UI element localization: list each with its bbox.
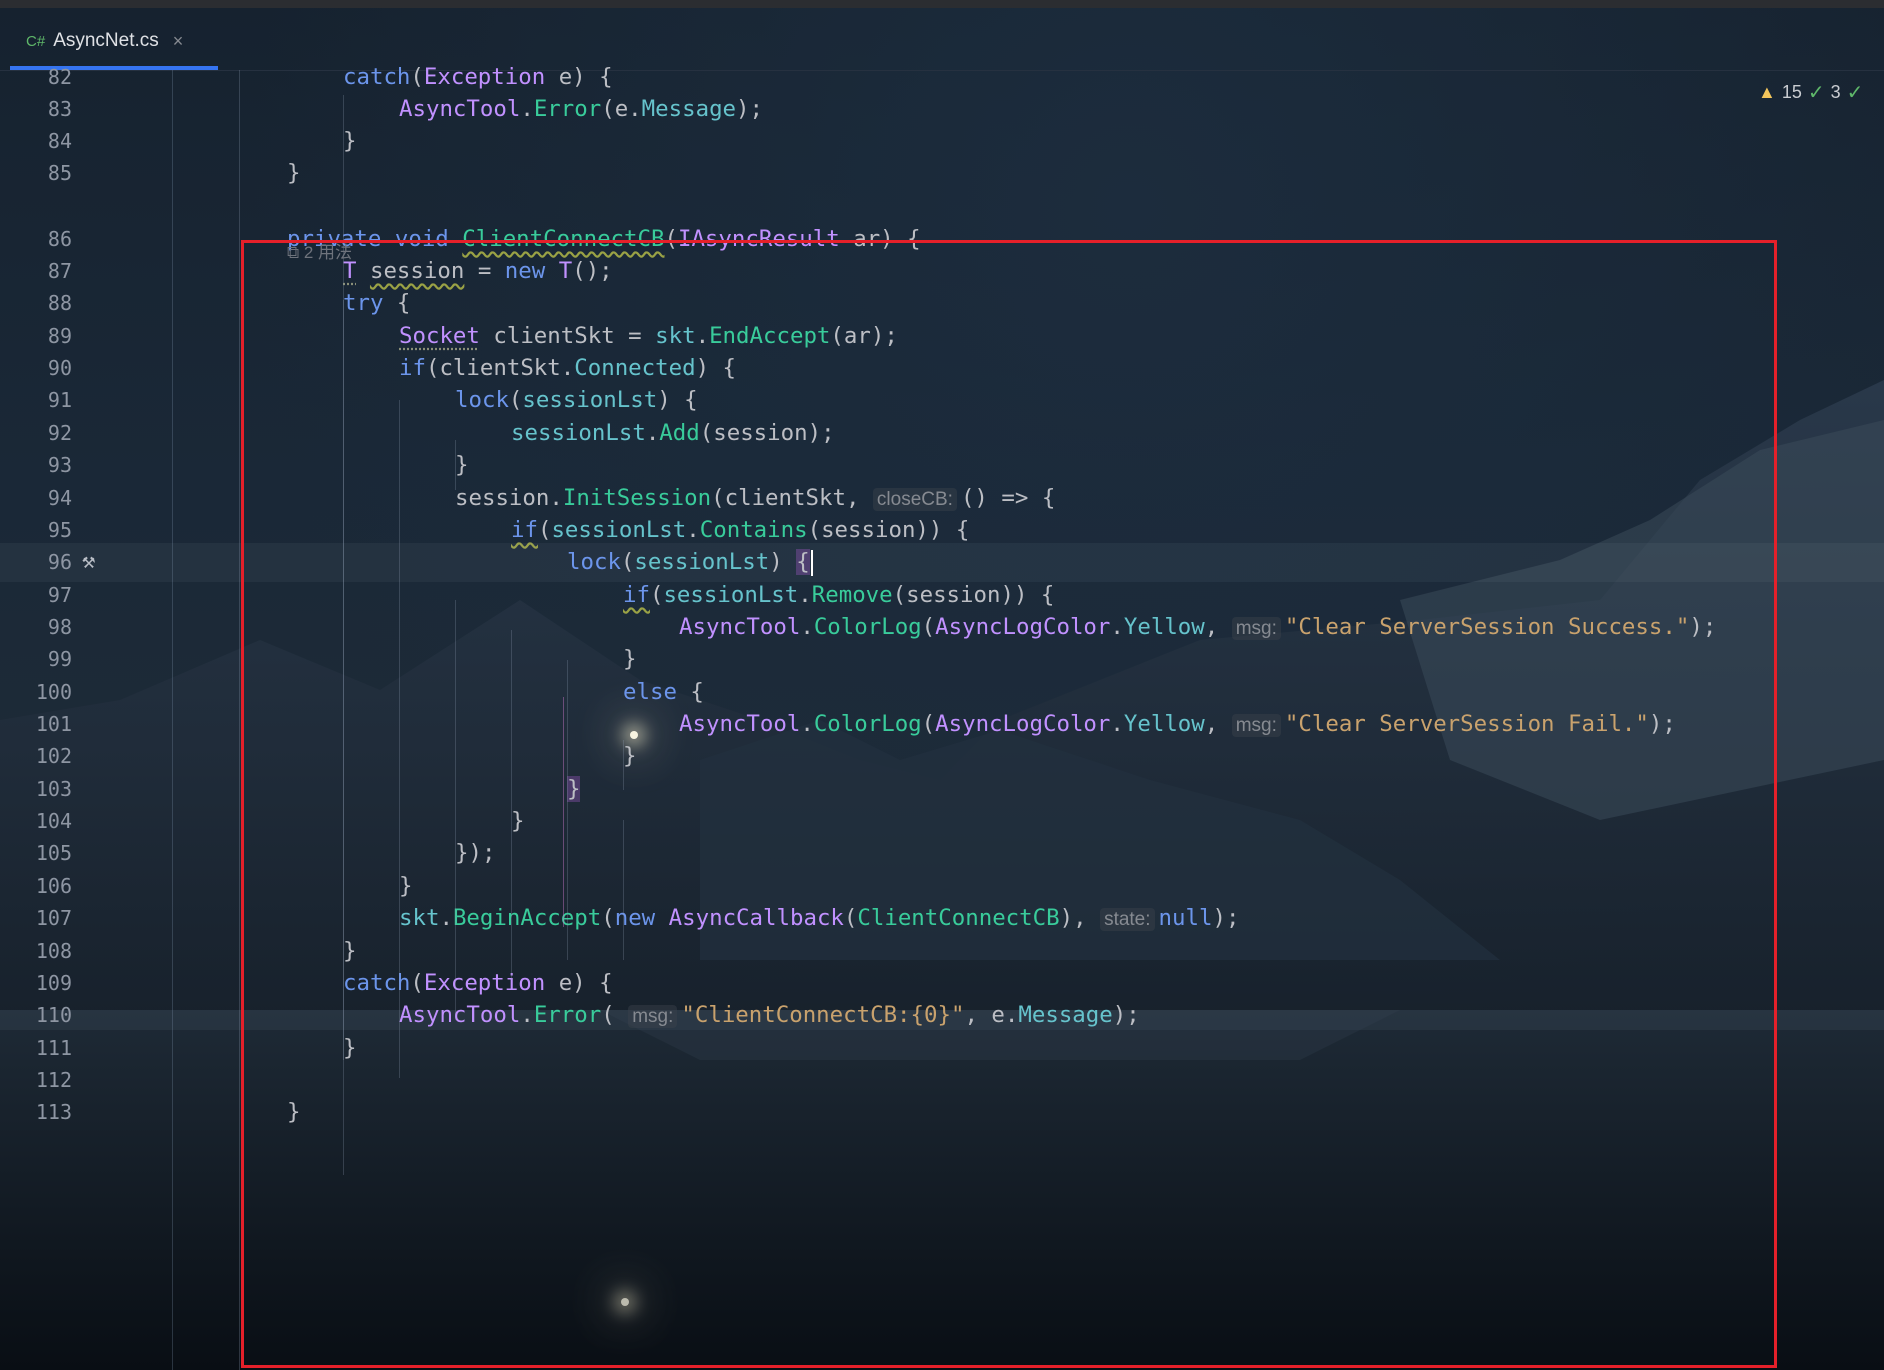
highlight-box bbox=[241, 240, 1777, 1368]
code-token: (e. bbox=[601, 96, 642, 122]
code-token: AsyncTool bbox=[399, 96, 521, 122]
tab-title: AsyncNet.cs bbox=[53, 30, 159, 51]
code-line[interactable]: } bbox=[0, 154, 1884, 193]
code-token: e) { bbox=[545, 64, 613, 90]
close-icon[interactable]: × bbox=[173, 31, 184, 52]
window-top-bar bbox=[0, 0, 1884, 8]
code-token: catch bbox=[343, 64, 411, 90]
code-token: } bbox=[343, 128, 357, 154]
code-text: } bbox=[287, 154, 300, 193]
code-token: Message bbox=[641, 96, 737, 122]
code-token: ); bbox=[736, 96, 764, 122]
code-token: Exception bbox=[423, 64, 546, 90]
csharp-file-icon: C# bbox=[26, 32, 46, 50]
code-token: . bbox=[520, 96, 534, 122]
code-token: } bbox=[287, 160, 301, 186]
code-token: ( bbox=[410, 64, 424, 90]
indent-guide bbox=[239, 70, 240, 1370]
code-token: Error bbox=[533, 96, 602, 122]
